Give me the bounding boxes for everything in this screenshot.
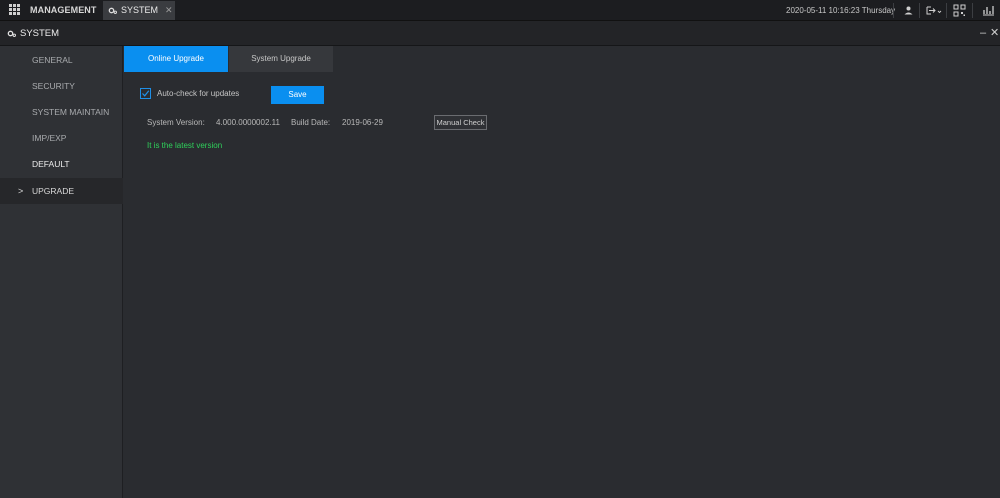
management-label[interactable]: MANAGEMENT (30, 0, 97, 21)
divider (972, 3, 973, 18)
sidebar-item-label: SECURITY (32, 81, 75, 91)
user-icon[interactable] (902, 4, 915, 17)
auto-check-label: Auto-check for updates (157, 89, 240, 98)
manual-check-button[interactable]: Manual Check (434, 115, 487, 130)
grid-menu-icon[interactable] (9, 4, 20, 15)
tab-system-label: SYSTEM (121, 5, 159, 15)
save-button[interactable]: Save (271, 86, 324, 104)
tab-system[interactable]: SYSTEM ✕ (103, 1, 175, 20)
divider (919, 3, 920, 18)
sidebar: GENERAL SECURITY SYSTEM MAINTAIN IMP/EXP… (0, 46, 123, 498)
divider (893, 3, 894, 18)
datetime: 2020-05-11 10:16:23 Thursday (786, 6, 896, 15)
sidebar-item-label: UPGRADE (32, 186, 75, 196)
display-icon[interactable] (982, 4, 995, 17)
build-date-value: 2019-06-29 (342, 118, 383, 127)
auto-check-checkbox[interactable] (140, 88, 151, 99)
sidebar-item-upgrade[interactable]: > UPGRADE (0, 178, 123, 204)
sidebar-item-label: SYSTEM MAINTAIN (32, 107, 110, 117)
qr-icon[interactable] (953, 4, 966, 17)
sidebar-item-system-maintain[interactable]: SYSTEM MAINTAIN (0, 99, 123, 125)
sidebar-item-label: IMP/EXP (32, 133, 67, 143)
logout-icon[interactable] (924, 4, 944, 17)
divider (946, 3, 947, 18)
sidebar-item-label: GENERAL (32, 55, 73, 65)
sidebar-item-label: DEFAULT (32, 159, 70, 169)
system-version-label: System Version: (147, 118, 205, 127)
gear-icon (108, 7, 117, 14)
status-message: It is the latest version (147, 141, 223, 150)
sidebar-item-general[interactable]: GENERAL (0, 47, 123, 73)
checkmark-icon (142, 90, 150, 97)
window-title-bar: SYSTEM – ✕ (0, 21, 1000, 46)
close-button[interactable]: ✕ (990, 21, 999, 46)
gear-icon (7, 30, 16, 37)
chevron-right-icon: > (18, 186, 24, 196)
top-bar: MANAGEMENT SYSTEM ✕ 2020-05-11 10:16:23 … (0, 0, 1000, 21)
sidebar-item-imp-exp[interactable]: IMP/EXP (0, 125, 123, 151)
sidebar-item-default[interactable]: DEFAULT (0, 151, 123, 177)
tab-online-upgrade[interactable]: Online Upgrade (124, 46, 228, 72)
tab-system-upgrade[interactable]: System Upgrade (229, 46, 333, 72)
sidebar-item-security[interactable]: SECURITY (0, 73, 123, 99)
main-content: Online Upgrade System Upgrade (124, 46, 1000, 498)
tab-close-icon[interactable]: ✕ (165, 1, 173, 19)
system-version-value: 4.000.0000002.11 (216, 118, 280, 127)
minimize-button[interactable]: – (980, 21, 986, 46)
build-date-label: Build Date: (291, 118, 331, 127)
page-title: SYSTEM (20, 28, 60, 39)
